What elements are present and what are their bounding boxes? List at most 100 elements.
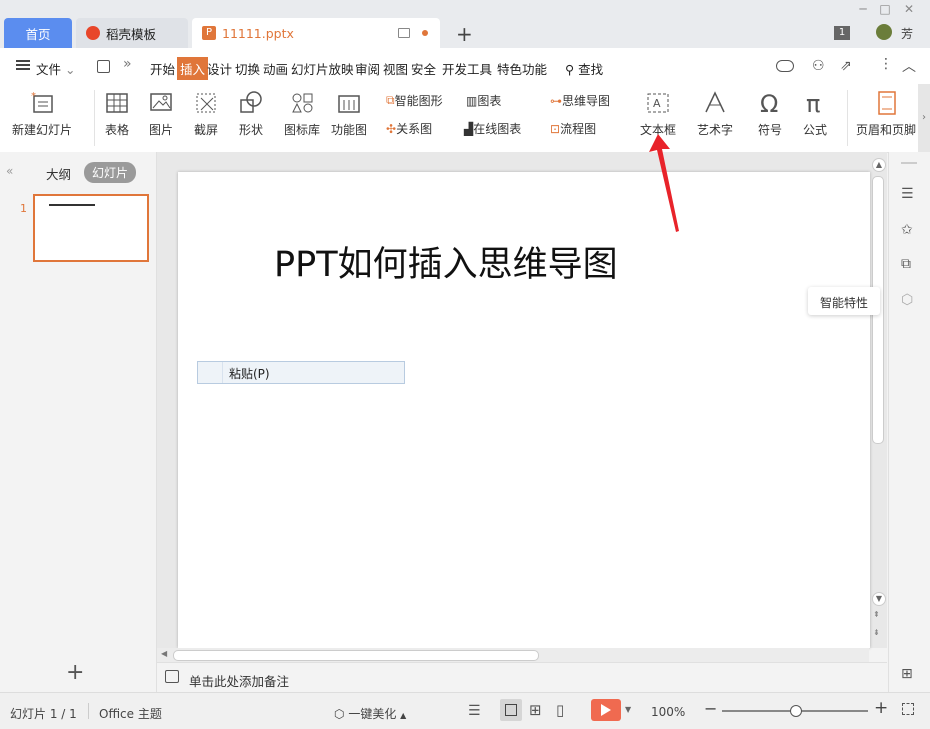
flow-chart-button[interactable]: ⊡ 流程图 — [550, 120, 596, 137]
notes-toggle-icon[interactable]: ☰ — [468, 703, 481, 719]
collapse-panel-icon[interactable]: « — [6, 164, 13, 178]
table-button[interactable]: 表格 — [104, 90, 130, 138]
screenshot-button[interactable]: 截屏 — [193, 90, 219, 138]
header-footer-button[interactable]: 页眉和页脚 — [856, 90, 916, 138]
menu-file[interactable]: 文件 ⌄ — [36, 59, 75, 78]
slide-title[interactable]: PPT如何插入思维导图 — [274, 236, 618, 287]
picture-button[interactable]: 图片 — [148, 90, 174, 138]
online-chart-button[interactable]: ▟ 在线图表 — [464, 120, 521, 137]
avatar[interactable] — [876, 24, 892, 40]
relation-label: 关系图 — [396, 122, 433, 136]
smart-art-button[interactable]: ⧉ 智能图形 — [386, 92, 443, 109]
context-menu-item-paste[interactable]: 粘贴(P) — [198, 362, 404, 383]
scroll-down-icon[interactable]: ▼ — [872, 592, 886, 606]
save-icon[interactable] — [97, 60, 110, 73]
reading-view-icon[interactable]: ▯ — [556, 701, 564, 719]
vertical-scrollbar[interactable]: ▲ ▼ ⇞ ⇟ — [870, 156, 886, 646]
next-slide-icon[interactable]: ⇟ — [873, 628, 880, 637]
grid-view-icon[interactable]: ⊞ — [901, 666, 913, 682]
screenshot-label: 截屏 — [193, 123, 218, 137]
horizontal-scrollbar[interactable]: ◀ — [157, 648, 869, 662]
cube-icon[interactable]: ⬡ — [901, 292, 913, 308]
normal-view-button[interactable] — [500, 699, 522, 721]
notes-bar[interactable]: 单击此处添加备注 — [157, 662, 887, 693]
more-options-icon[interactable]: ⋮ — [879, 56, 893, 72]
beautify-button[interactable]: ⬡ 一键美化 ▲ — [334, 705, 406, 722]
collapse-ribbon-icon[interactable]: ︿ — [902, 56, 916, 76]
zoom-in-icon[interactable]: + — [874, 698, 888, 718]
pin-star-icon[interactable]: ✩ — [901, 222, 913, 238]
fit-window-icon[interactable] — [902, 703, 914, 715]
menu-tab-slideshow[interactable]: 幻灯片放映 — [291, 59, 354, 78]
hamburger-icon[interactable] — [16, 60, 30, 70]
menu-tab-review[interactable]: 审阅 — [355, 59, 380, 78]
search-button[interactable]: ⚲ 查找 — [565, 59, 603, 78]
ribbon-scroll-right-button[interactable]: › — [918, 84, 930, 152]
slide-counter: 幻灯片 1 / 1 — [10, 707, 77, 721]
menu-tab-design[interactable]: 设计 — [207, 59, 232, 78]
add-slide-button[interactable]: + — [66, 660, 84, 685]
smart-art-label: 智能图形 — [394, 94, 443, 108]
tab-home-label: 首页 — [25, 26, 51, 42]
icon-library-button[interactable]: 图标库 — [284, 90, 320, 138]
minimize-icon[interactable]: ─ — [856, 2, 870, 16]
menu-tab-security[interactable]: 安全 — [411, 59, 436, 78]
theme-name[interactable]: Office 主题 — [99, 705, 162, 722]
share-icon[interactable]: ⇗ — [840, 58, 852, 74]
share-user-icon[interactable]: ⚇ — [812, 58, 825, 74]
tab-home[interactable]: 首页 — [4, 18, 72, 48]
tab-document[interactable]: P 11111.pptx — [192, 18, 440, 48]
ribbon-divider — [847, 90, 848, 146]
slides-tab[interactable]: 幻灯片 — [84, 162, 137, 183]
chevron-down-icon: ⌄ — [65, 62, 76, 77]
mind-map-button[interactable]: ⊶ 思维导图 — [550, 92, 610, 109]
new-tab-button[interactable]: + — [456, 22, 473, 46]
slide[interactable]: PPT如何插入思维导图 粘贴(P) — [178, 172, 870, 648]
scroll-left-icon[interactable]: ◀ — [161, 649, 167, 658]
picture-label: 图片 — [148, 123, 173, 137]
formula-button[interactable]: π 公式 — [802, 90, 828, 138]
menu-tab-transition[interactable]: 切换 — [235, 59, 260, 78]
slide-number: 1 — [20, 202, 27, 215]
shape-button[interactable]: 形状 — [238, 90, 264, 138]
menu-tab-start[interactable]: 开始 — [150, 59, 175, 78]
menu-tab-view[interactable]: 视图 — [383, 59, 408, 78]
menu-tab-insert[interactable]: 插入 — [177, 57, 209, 80]
chart-button[interactable]: ▥ 图表 — [466, 92, 501, 109]
play-options-icon[interactable]: ▼ — [625, 705, 631, 714]
tab-docer[interactable]: 稻壳模板 — [76, 18, 188, 48]
word-art-button[interactable]: 艺术字 — [697, 90, 733, 138]
prev-slide-icon[interactable]: ⇞ — [873, 610, 880, 619]
relation-chart-button[interactable]: ✣ 关系图 — [386, 120, 432, 137]
more-arrows-icon[interactable]: » — [123, 56, 132, 72]
picture-icon — [150, 93, 172, 111]
maximize-icon[interactable]: □ — [878, 2, 892, 16]
menu-tab-special[interactable]: 特色功能 — [497, 59, 547, 78]
function-chart-button[interactable]: 功能图 — [331, 90, 367, 138]
close-icon[interactable]: ✕ — [902, 2, 916, 16]
zoom-slider[interactable] — [722, 705, 868, 717]
new-slide-button[interactable]: * 新建幻灯片 — [12, 90, 72, 138]
zoom-slider-handle[interactable] — [790, 705, 802, 717]
zoom-level[interactable]: 100% — [651, 705, 685, 719]
scroll-up-icon[interactable]: ▲ — [872, 158, 886, 172]
slides-panel: « 大纲 幻灯片 1 + — [0, 152, 157, 692]
notes-placeholder[interactable]: 单击此处添加备注 — [189, 671, 289, 690]
zoom-out-icon[interactable]: − — [704, 699, 717, 718]
menu-tab-animation[interactable]: 动画 — [263, 59, 288, 78]
outline-tab[interactable]: 大纲 — [46, 164, 71, 183]
symbol-button[interactable]: Ω 符号 — [757, 90, 783, 138]
word-art-label: 艺术字 — [697, 123, 734, 137]
menu-tab-developer[interactable]: 开发工具 — [442, 59, 492, 78]
cloud-sync-icon[interactable] — [776, 60, 794, 72]
slide-thumbnail[interactable] — [33, 194, 149, 262]
h-scroll-thumb[interactable] — [173, 650, 539, 661]
settings-sliders-icon[interactable]: ☰ — [901, 186, 914, 202]
function-chart-icon — [338, 95, 360, 113]
sorter-view-icon[interactable]: ⊞ — [529, 701, 542, 719]
monitor-icon[interactable] — [398, 28, 410, 38]
copy-icon[interactable]: ⧉ — [901, 256, 911, 272]
play-slideshow-button[interactable] — [591, 699, 621, 721]
new-slide-label: 新建幻灯片 — [12, 123, 73, 137]
user-badge[interactable]: 1 — [834, 26, 850, 40]
